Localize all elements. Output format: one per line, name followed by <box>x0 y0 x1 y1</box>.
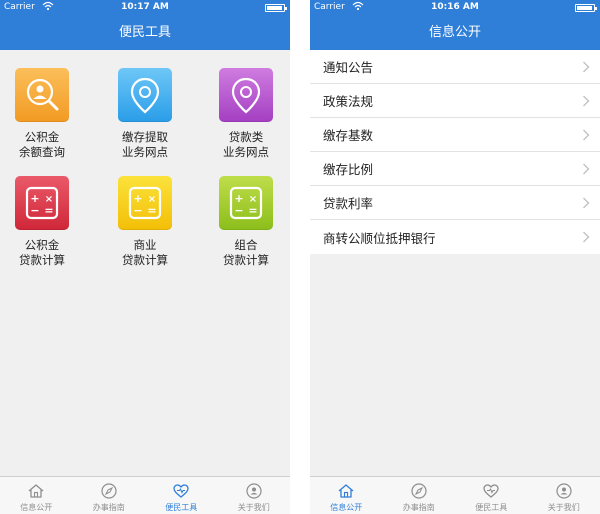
tool-loan-outlets[interactable]: 贷款类 业务网点 <box>196 68 290 160</box>
tool-deposit-outlets[interactable]: 缴存提取 业务网点 <box>95 68 195 160</box>
list-item[interactable]: 商转公顺位抵押银行 <box>310 220 600 254</box>
tab-tools[interactable]: 便民工具 <box>145 477 218 514</box>
tab-label: 关于我们 <box>237 503 270 512</box>
status-bar: Carrier 10:16 AM <box>310 0 600 15</box>
list-item[interactable]: 贷款利率 <box>310 186 600 220</box>
tool-label-line1: 缴存提取 <box>122 130 168 144</box>
location-pin-icon <box>219 68 273 122</box>
search-person-icon <box>15 68 69 122</box>
tab-about[interactable]: 关于我们 <box>218 477 291 514</box>
chevron-right-icon <box>583 61 590 73</box>
tool-label-line2: 贷款计算 <box>223 253 269 267</box>
tool-label-line1: 公积金 <box>24 238 60 252</box>
chevron-right-icon <box>583 163 590 175</box>
tool-commercial-loan-calc[interactable]: + × − = 商业 贷款计算 <box>95 176 195 268</box>
tab-guide[interactable]: 办事指南 <box>73 477 146 514</box>
tool-label-line1: 商业 <box>133 238 157 252</box>
tab-label: 便民工具 <box>475 503 508 512</box>
svg-text:−: − <box>234 204 243 217</box>
list-item-label: 通知公告 <box>323 60 374 75</box>
tab-label: 信息公开 <box>330 503 363 512</box>
list-item[interactable]: 通知公告 <box>310 50 600 84</box>
status-time: 10:16 AM <box>431 2 479 12</box>
list-item[interactable]: 政策法规 <box>310 84 600 118</box>
compass-icon <box>411 483 427 499</box>
page-title: 便民工具 <box>0 15 290 50</box>
svg-text:−: − <box>30 204 39 217</box>
person-circle-icon <box>556 483 572 499</box>
tab-label: 办事指南 <box>92 503 125 512</box>
tool-label-line2: 贷款计算 <box>122 253 168 267</box>
tab-info[interactable]: 信息公开 <box>0 477 73 514</box>
tab-tools[interactable]: 便民工具 <box>455 477 528 514</box>
chevron-right-icon <box>583 231 590 243</box>
home-icon <box>28 484 44 498</box>
tool-label-line2: 余额查询 <box>19 145 65 159</box>
info-list: 通知公告 政策法规 缴存基数 缴存比例 贷款利率 商转公顺位抵押银行 <box>310 50 600 254</box>
tool-label-line2: 业务网点 <box>122 145 168 159</box>
home-icon <box>338 484 354 498</box>
tool-label-line2: 贷款计算 <box>19 253 65 267</box>
compass-icon <box>101 483 117 499</box>
battery-icon <box>265 4 287 12</box>
svg-text:=: = <box>44 204 53 217</box>
tab-about[interactable]: 关于我们 <box>528 477 600 514</box>
tool-label-line1: 贷款类 <box>228 130 264 144</box>
tab-bar: 信息公开 办事指南 便民工具 关于我们 <box>310 476 600 514</box>
list-item[interactable]: 缴存比例 <box>310 152 600 186</box>
tool-label-line2: 业务网点 <box>223 145 269 159</box>
svg-text:=: = <box>248 204 257 217</box>
svg-text:=: = <box>147 204 156 217</box>
calculator-icon: + × − = <box>15 176 69 230</box>
list-item[interactable]: 缴存基数 <box>310 118 600 152</box>
status-time: 10:17 AM <box>121 2 169 12</box>
chevron-right-icon <box>583 197 590 209</box>
tab-info[interactable]: 信息公开 <box>310 477 383 514</box>
tool-label-line1: 组合 <box>234 238 258 252</box>
tab-guide[interactable]: 办事指南 <box>383 477 456 514</box>
chevron-right-icon <box>583 129 590 141</box>
info-screen: Carrier 10:16 AM 信息公开 通知公告 政策法规 缴存基数 缴存比… <box>310 0 600 514</box>
battery-icon <box>575 4 597 12</box>
person-circle-icon <box>246 483 262 499</box>
heart-icon <box>173 484 189 498</box>
tab-label: 信息公开 <box>20 503 53 512</box>
tool-balance-query[interactable]: 公积金 余额查询 <box>0 68 92 160</box>
svg-text:−: − <box>133 204 142 217</box>
tab-label: 关于我们 <box>547 503 580 512</box>
status-bar: Carrier 10:17 AM <box>0 0 290 15</box>
list-item-label: 贷款利率 <box>323 196 374 211</box>
list-item-label: 商转公顺位抵押银行 <box>323 230 436 246</box>
tool-label-line1: 公积金 <box>24 130 60 144</box>
tab-bar: 信息公开 办事指南 便民工具 关于我们 <box>0 476 290 514</box>
tool-combined-loan-calc[interactable]: + × − = 组合 贷款计算 <box>196 176 290 268</box>
chevron-right-icon <box>583 95 590 107</box>
list-item-label: 政策法规 <box>323 94 374 109</box>
tab-label: 便民工具 <box>165 503 198 512</box>
location-pin-icon <box>118 68 172 122</box>
heart-icon <box>483 484 499 498</box>
list-item-label: 缴存基数 <box>323 128 374 143</box>
list-item-label: 缴存比例 <box>323 162 374 177</box>
tool-fund-loan-calc[interactable]: + × − = 公积金 贷款计算 <box>0 176 92 268</box>
tab-label: 办事指南 <box>402 503 435 512</box>
calculator-icon: + × − = <box>118 176 172 230</box>
calculator-icon: + × − = <box>219 176 273 230</box>
tools-screen: Carrier 10:17 AM 便民工具 公积金 余额查询 缴存提取 业务网点… <box>0 0 290 514</box>
page-title: 信息公开 <box>310 15 600 50</box>
